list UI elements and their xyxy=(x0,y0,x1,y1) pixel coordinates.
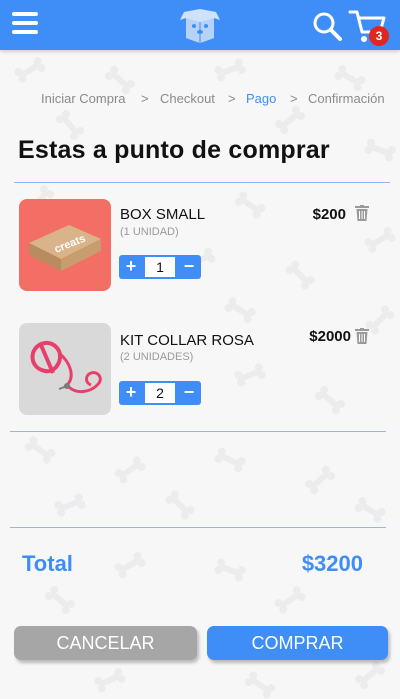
buy-button[interactable]: COMPRAR xyxy=(207,626,388,660)
cancel-button[interactable]: CANCELAR xyxy=(14,626,197,660)
product-name: KIT COLLAR ROSA xyxy=(120,332,254,349)
product-units-label: (1 UNIDAD) xyxy=(120,226,179,238)
decrease-quantity-button[interactable]: − xyxy=(177,381,201,405)
product-price: $200 xyxy=(312,206,346,223)
breadcrumb-step-checkout[interactable]: Checkout xyxy=(160,91,215,106)
decrease-quantity-button[interactable]: − xyxy=(177,255,201,279)
quantity-value[interactable]: 2 xyxy=(145,383,175,403)
trash-icon[interactable] xyxy=(355,205,369,221)
breadcrumb-separator: > xyxy=(228,91,236,106)
page-title: Estas a punto de comprar xyxy=(18,136,330,164)
total-value: $3200 xyxy=(301,551,363,576)
checkout-content: Iniciar Compra > Checkout > Pago > Confi… xyxy=(0,0,400,699)
product-units-label: (2 UNIDADES) xyxy=(120,351,194,363)
trash-icon[interactable] xyxy=(355,328,369,344)
breadcrumb-separator: > xyxy=(141,91,149,106)
items-divider xyxy=(10,431,386,432)
title-divider xyxy=(14,182,390,183)
increase-quantity-button[interactable]: + xyxy=(119,255,143,279)
product-image-kit-collar-rosa[interactable] xyxy=(19,323,111,415)
product-image-box-small[interactable]: creats xyxy=(19,199,111,291)
product-price: $2000 xyxy=(309,328,351,345)
breadcrumb-step-iniciar-compra[interactable]: Iniciar Compra xyxy=(41,91,126,106)
search-icon[interactable] xyxy=(311,10,343,42)
top-app-bar xyxy=(0,0,400,50)
product-name: BOX SMALL xyxy=(120,206,206,223)
hamburger-menu-icon[interactable] xyxy=(12,12,38,38)
cart-count-badge: 3 xyxy=(369,26,389,46)
quantity-value[interactable]: 1 xyxy=(145,257,175,277)
breadcrumb-step-confirmacion[interactable]: Confirmación xyxy=(308,91,385,106)
increase-quantity-button[interactable]: + xyxy=(119,381,143,405)
total-divider xyxy=(10,527,386,528)
total-label: Total xyxy=(22,551,73,576)
breadcrumb-separator: > xyxy=(290,91,298,106)
breadcrumb-step-pago[interactable]: Pago xyxy=(246,91,276,106)
quantity-stepper: + 2 − xyxy=(119,381,201,405)
dog-box-logo-icon[interactable] xyxy=(178,8,222,44)
quantity-stepper: + 1 − xyxy=(119,255,201,279)
